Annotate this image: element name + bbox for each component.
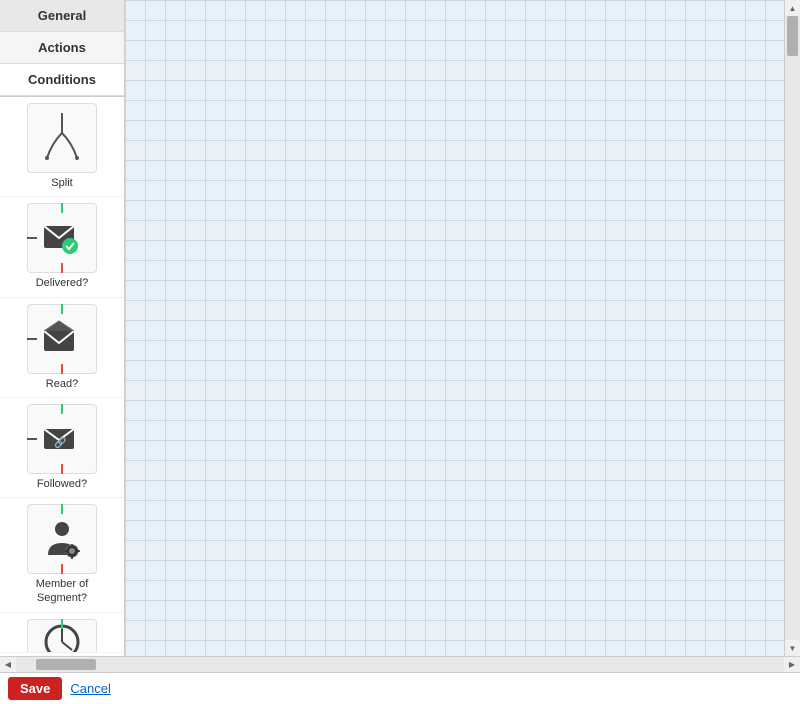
tab-buttons: General Actions Conditions [0, 0, 124, 97]
main-container: General Actions Conditions [0, 0, 800, 704]
bottom-scrollbar: ◀ ▶ [0, 656, 800, 672]
member-of-segment-icon [40, 517, 84, 561]
scroll-track-right[interactable] [785, 16, 800, 640]
tab-actions[interactable]: Actions [0, 32, 124, 64]
save-button[interactable]: Save [8, 677, 62, 700]
scroll-left-arrow[interactable]: ◀ [0, 657, 16, 673]
list-item-split[interactable]: Split [0, 97, 124, 197]
canvas-grid [125, 0, 784, 656]
svg-text:🔗: 🔗 [54, 436, 67, 449]
read-icon-wrap [27, 304, 97, 374]
canvas-area[interactable] [125, 0, 784, 656]
followed-icon-wrap: 🔗 [27, 404, 97, 474]
connector-bottom-red [61, 263, 63, 273]
list-item-followed[interactable]: 🔗 Followed? [0, 398, 124, 498]
split-icon [37, 113, 87, 163]
items-panel[interactable]: Split [0, 97, 124, 656]
sidebar: General Actions Conditions [0, 0, 125, 656]
scroll-thumb-right[interactable] [787, 16, 798, 56]
tab-general[interactable]: General [0, 0, 124, 32]
list-item-member-of-segment[interactable]: Member of Segment? [0, 498, 124, 613]
partial-icon-wrap [27, 619, 97, 653]
list-item-read[interactable]: Read? [0, 298, 124, 398]
connector-top-green-member [61, 504, 63, 514]
connector-bottom-red-read [61, 364, 63, 374]
connector-top-green-followed [61, 404, 63, 414]
list-item-delivered[interactable]: Delivered? [0, 197, 124, 297]
tab-conditions[interactable]: Conditions [0, 64, 124, 96]
read-icon [40, 317, 84, 361]
split-icon-wrap [27, 103, 97, 173]
delivered-label: Delivered? [36, 276, 89, 290]
delivered-icon-wrap [27, 203, 97, 273]
followed-label: Followed? [37, 477, 87, 491]
scroll-thumb-bottom[interactable] [36, 659, 96, 670]
connector-left [27, 237, 37, 239]
scroll-down-arrow[interactable]: ▼ [785, 640, 800, 656]
connector-left-read [27, 338, 37, 340]
scroll-right-arrow[interactable]: ▶ [784, 657, 800, 673]
read-label: Read? [46, 377, 78, 391]
right-scrollbar: ▲ ▼ [784, 0, 800, 656]
connector-top-green-read [61, 304, 63, 314]
cancel-button[interactable]: Cancel [70, 681, 110, 696]
followed-icon: 🔗 [40, 417, 84, 461]
scroll-track-bottom[interactable] [16, 657, 784, 672]
connector-top-green [61, 203, 63, 213]
split-label: Split [51, 176, 72, 190]
connector-bottom-red-followed [61, 464, 63, 474]
top-area: General Actions Conditions [0, 0, 800, 656]
member-of-segment-icon-wrap [27, 504, 97, 574]
delivered-icon [40, 216, 84, 260]
member-of-segment-label: Member of Segment? [36, 577, 89, 606]
bottom-bar: Save Cancel [0, 672, 800, 704]
list-item-partial[interactable] [0, 613, 124, 653]
connector-bottom-red-member [61, 564, 63, 574]
connector-left-followed [27, 438, 37, 440]
scroll-up-arrow[interactable]: ▲ [785, 0, 800, 16]
connector-top-green-partial [61, 619, 63, 629]
